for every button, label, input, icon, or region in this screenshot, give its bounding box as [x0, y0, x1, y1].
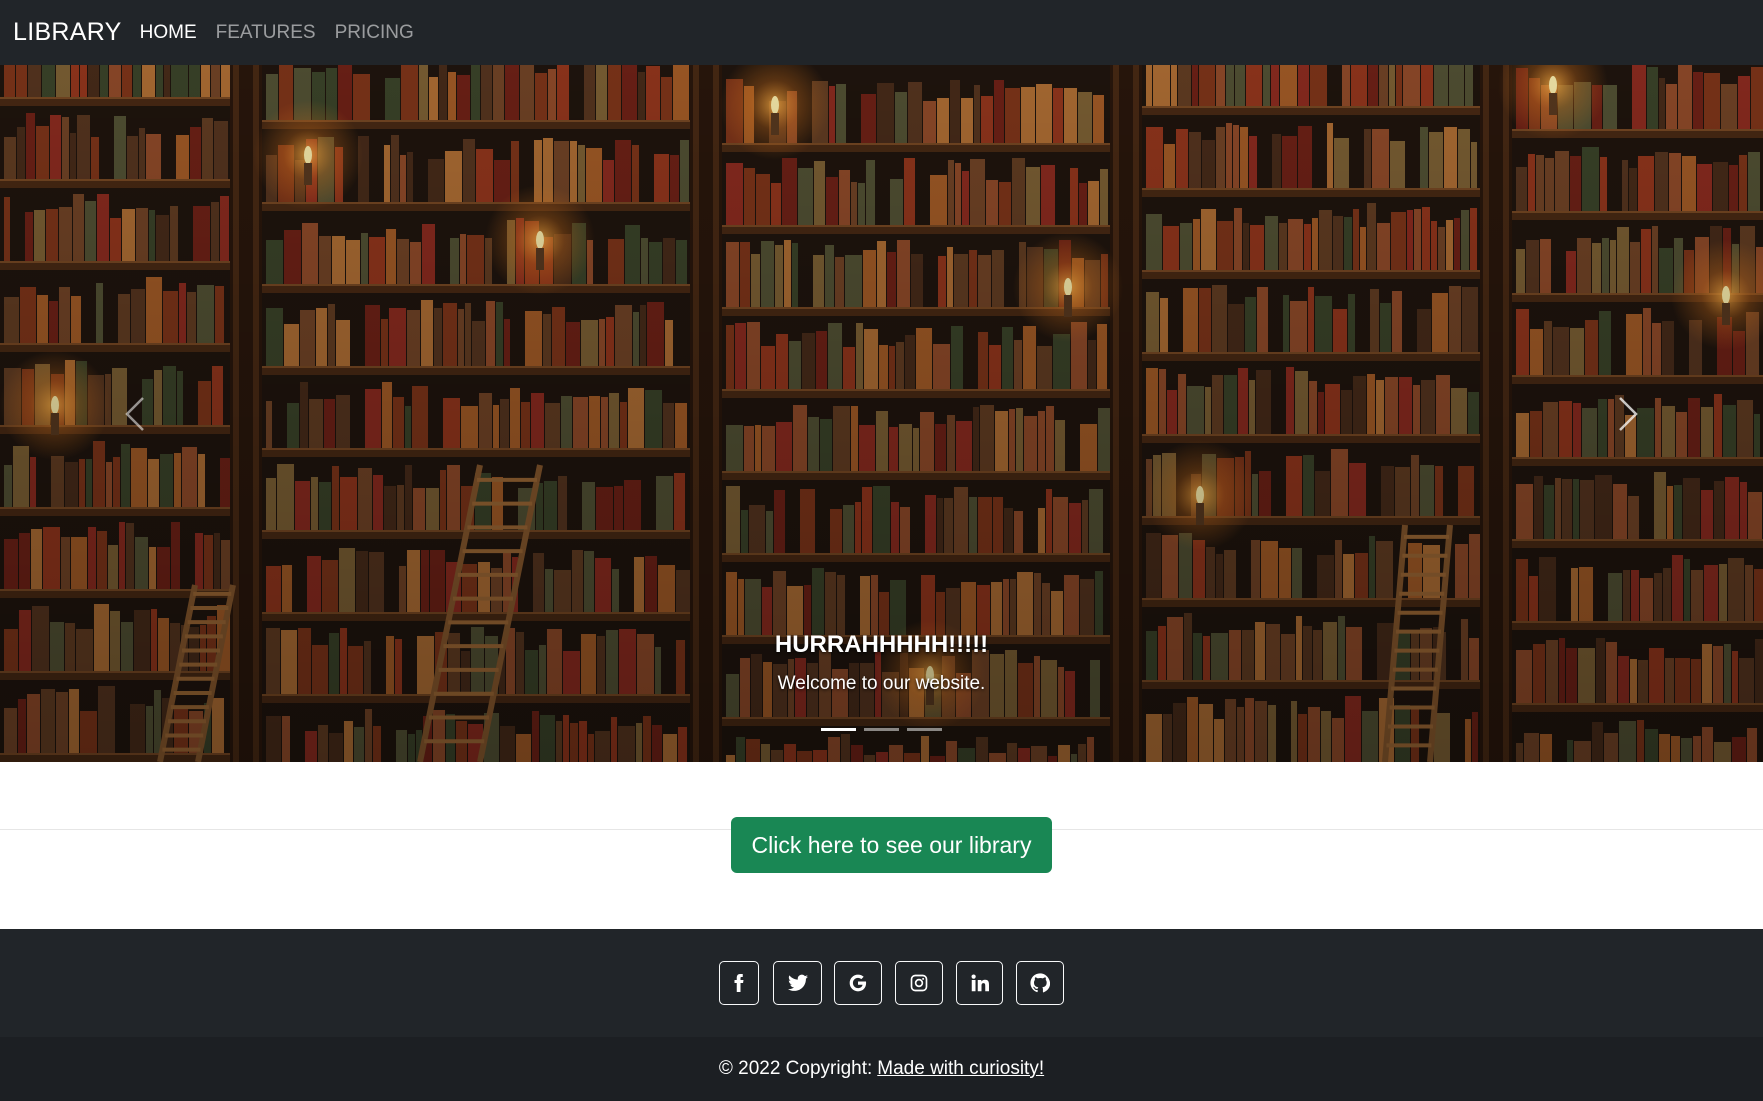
facebook-button[interactable]	[719, 961, 759, 1005]
google-button[interactable]	[834, 961, 882, 1005]
nav-links: HOME FEATURES PRICING	[140, 22, 433, 44]
github-button[interactable]	[1016, 961, 1064, 1005]
copyright-bar: © 2022 Copyright: Made with curiosity!	[0, 1037, 1763, 1101]
carousel-caption-title: HURRAHHHHH!!!!!	[774, 631, 989, 658]
facebook-icon	[734, 974, 744, 992]
carousel-indicator-1[interactable]	[821, 728, 856, 731]
instagram-icon	[910, 974, 928, 992]
linkedin-button[interactable]	[956, 961, 1003, 1005]
google-icon	[849, 974, 867, 992]
nav-link-pricing[interactable]: PRICING	[335, 22, 414, 44]
carousel-indicator-2[interactable]	[864, 728, 899, 731]
see-library-button[interactable]: Click here to see our library	[731, 817, 1052, 873]
github-icon	[1030, 973, 1050, 993]
twitter-button[interactable]	[773, 961, 822, 1005]
chevron-right-icon	[1619, 396, 1638, 431]
nav-link-home[interactable]: HOME	[140, 22, 197, 44]
copyright-link[interactable]: Made with curiosity!	[877, 1058, 1044, 1080]
navbar: LIBRARY HOME FEATURES PRICING	[0, 0, 1763, 65]
instagram-button[interactable]	[895, 961, 943, 1005]
hero-carousel: HURRAHHHHH!!!!! Welcome to our website.	[0, 65, 1763, 762]
brand-logo[interactable]: LIBRARY	[13, 18, 122, 47]
linkedin-icon	[971, 974, 989, 992]
cta-section: Click here to see our library	[0, 762, 1763, 929]
nav-link-features[interactable]: FEATURES	[216, 22, 316, 44]
carousel-indicator-3[interactable]	[907, 728, 942, 731]
twitter-icon	[787, 974, 808, 991]
footer-social	[0, 929, 1763, 1037]
copyright-text: © 2022 Copyright:	[718, 1058, 873, 1079]
carousel-caption-text: Welcome to our website.	[777, 673, 986, 694]
chevron-left-icon	[125, 396, 144, 431]
carousel-indicators	[0, 728, 1763, 731]
